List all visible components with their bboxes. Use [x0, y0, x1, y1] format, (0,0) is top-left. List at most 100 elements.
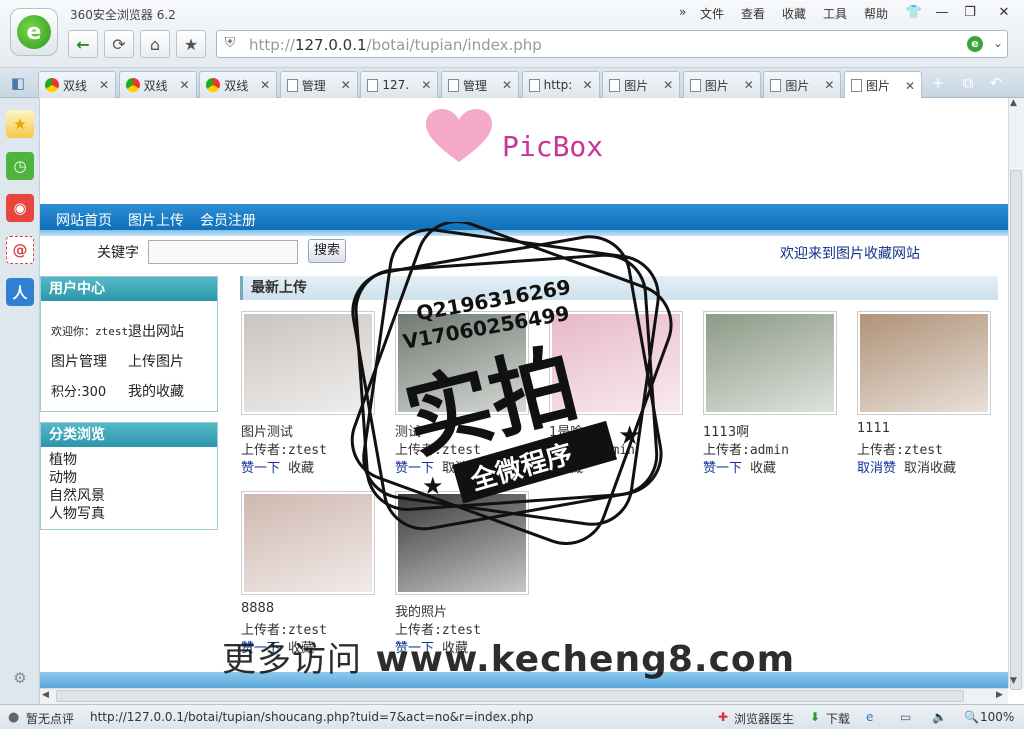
menu-tools[interactable]: 工具	[823, 5, 847, 22]
picture-thumbnail[interactable]	[857, 311, 991, 415]
horizontal-scroll-thumb[interactable]	[56, 690, 964, 702]
browser-logo[interactable]: e	[10, 8, 58, 56]
skin-icon[interactable]: 👕	[902, 2, 926, 22]
settings-gear-icon[interactable]: ⚙	[6, 664, 34, 692]
tab-close-icon[interactable]: ✕	[421, 78, 431, 92]
picture-title[interactable]: 8888	[241, 601, 375, 619]
sidebar-toggle-icon[interactable]: ◧	[6, 72, 30, 94]
back-button[interactable]: ←	[68, 30, 98, 58]
restore-icon[interactable]: ❐	[958, 2, 982, 22]
home-button[interactable]: ⌂	[140, 30, 170, 58]
manage-pictures-link[interactable]: 图片管理	[51, 351, 107, 371]
photo-image	[860, 314, 988, 412]
tab-close-icon[interactable]: ✕	[824, 78, 834, 92]
browser-tab[interactable]: 双线 ✕	[199, 71, 278, 98]
category-plants-link[interactable]: 植物	[49, 451, 105, 469]
screen-icon[interactable]: ▭	[900, 710, 911, 724]
favorite-link[interactable]: 取消收藏	[904, 461, 956, 476]
picture-title[interactable]: 我的照片	[395, 601, 529, 620]
like-link[interactable]: 赞一下	[703, 461, 742, 476]
search-input[interactable]	[148, 240, 298, 264]
nav-upload-link[interactable]: 图片上传	[128, 210, 184, 230]
download-button[interactable]: 下载	[826, 710, 850, 727]
scroll-left-icon[interactable]: ◀	[42, 690, 49, 700]
browser-tab[interactable]: 图片 ✕	[844, 71, 922, 99]
rating-text[interactable]: 暂无点评	[26, 710, 74, 727]
category-portrait-link[interactable]: 人物写真	[49, 505, 105, 523]
tab-close-icon[interactable]: ✕	[99, 78, 109, 92]
chevron-down-icon[interactable]: ⌄	[993, 36, 1003, 50]
tab-list-icon[interactable]: ⧉	[956, 72, 980, 94]
browser-tab[interactable]: 图片 ✕	[763, 71, 842, 98]
tab-close-icon[interactable]: ✕	[260, 78, 270, 92]
vertical-scroll-thumb[interactable]	[1010, 170, 1022, 690]
address-bar[interactable]: ⛨ http://127.0.0.1/botai/tupian/index.ph…	[216, 30, 1008, 58]
nav-register-link[interactable]: 会员注册	[200, 210, 256, 230]
zoom-level[interactable]: 100%	[980, 710, 1014, 724]
browser-tab[interactable]: 图片 ✕	[682, 71, 761, 98]
browser-tab[interactable]: 管理 ✕	[441, 71, 519, 98]
zoom-icon: 🔍	[964, 710, 979, 724]
stamp-watermark: Q2196316269 V17060256499 实拍 全微程序 ★ ★	[350, 222, 673, 545]
volume-icon[interactable]: 🔈	[932, 710, 947, 724]
rating-icon: ●	[8, 710, 20, 725]
category-scenery-link[interactable]: 自然风景	[49, 487, 105, 505]
browser-tab[interactable]: 双线 ✕	[118, 71, 197, 98]
app-icon[interactable]: 人	[6, 278, 34, 306]
menu-help[interactable]: 帮助	[864, 5, 888, 22]
ie-mode-icon[interactable]: e	[967, 36, 983, 52]
tab-close-icon[interactable]: ✕	[663, 78, 673, 92]
picture-title[interactable]: 1113啊	[703, 421, 837, 440]
scroll-right-icon[interactable]: ▶	[996, 690, 1003, 700]
favorite-link[interactable]: 收藏	[288, 461, 314, 476]
upload-picture-link[interactable]: 上传图片	[128, 351, 184, 371]
new-tab-button[interactable]: +	[926, 72, 950, 94]
category-animals-link[interactable]: 动物	[49, 469, 105, 487]
like-link[interactable]: 取消赞	[857, 461, 896, 476]
download-icon: ⬇	[810, 710, 821, 724]
nav-home-link[interactable]: 网站首页	[56, 210, 112, 230]
picture-thumbnail[interactable]	[703, 311, 837, 415]
history-clock-icon[interactable]: ◷	[6, 152, 34, 180]
menu-favorites[interactable]: 收藏	[782, 5, 806, 22]
browser-tab[interactable]: 双线 ✕	[38, 71, 116, 98]
close-icon[interactable]: ✕	[992, 2, 1016, 22]
tab-close-icon[interactable]: ✕	[341, 78, 351, 92]
minimize-icon[interactable]: —	[930, 2, 954, 22]
bookmark-button[interactable]: ★	[176, 30, 206, 58]
my-favorites-link[interactable]: 我的收藏	[128, 381, 184, 401]
picture-title[interactable]: 1111	[857, 421, 991, 439]
site-watermark: 更多访问 www.kecheng8.com	[222, 639, 796, 680]
tab-close-icon[interactable]: ✕	[180, 78, 190, 92]
mail-icon[interactable]: @	[6, 236, 34, 264]
tab-close-icon[interactable]: ✕	[905, 79, 915, 93]
tab-close-icon[interactable]: ✕	[502, 78, 512, 92]
user-center-title: 用户中心	[41, 277, 217, 301]
favorites-star-icon[interactable]: ★	[6, 110, 34, 138]
tab-close-icon[interactable]: ✕	[583, 78, 593, 92]
browser-doctor-button[interactable]: 浏览器医生	[734, 710, 794, 727]
tab-label: http:	[543, 78, 573, 92]
menu-more-icon[interactable]: »	[679, 5, 686, 19]
tab-close-icon[interactable]: ✕	[744, 78, 754, 92]
picture-card: 1113啊 上传者:admin 赞一下 收藏	[703, 311, 837, 476]
heart-logo-icon	[426, 109, 492, 162]
favorite-link[interactable]: 收藏	[750, 461, 776, 476]
undo-close-tab-icon[interactable]: ↶	[984, 72, 1008, 94]
menu-view[interactable]: 查看	[741, 5, 765, 22]
scroll-down-icon[interactable]: ▼	[1010, 676, 1017, 686]
ie-icon[interactable]: e	[866, 710, 873, 724]
refresh-button[interactable]: ⟳	[104, 30, 134, 58]
categories-title: 分类浏览	[41, 423, 217, 447]
page-icon	[448, 78, 459, 92]
logout-link[interactable]: 退出网站	[128, 321, 184, 341]
browser-tab[interactable]: 图片 ✕	[602, 71, 681, 98]
browser-tab[interactable]: 127. ✕	[360, 71, 439, 98]
menu-file[interactable]: 文件	[700, 5, 724, 22]
address-url[interactable]: http://127.0.0.1/botai/tupian/index.php	[249, 36, 542, 54]
weibo-icon[interactable]: ◉	[6, 194, 34, 222]
like-link[interactable]: 赞一下	[241, 461, 280, 476]
browser-tab[interactable]: http: ✕	[521, 71, 600, 98]
browser-tab[interactable]: 管理 ✕	[279, 71, 358, 98]
scroll-up-icon[interactable]: ▲	[1010, 98, 1017, 108]
